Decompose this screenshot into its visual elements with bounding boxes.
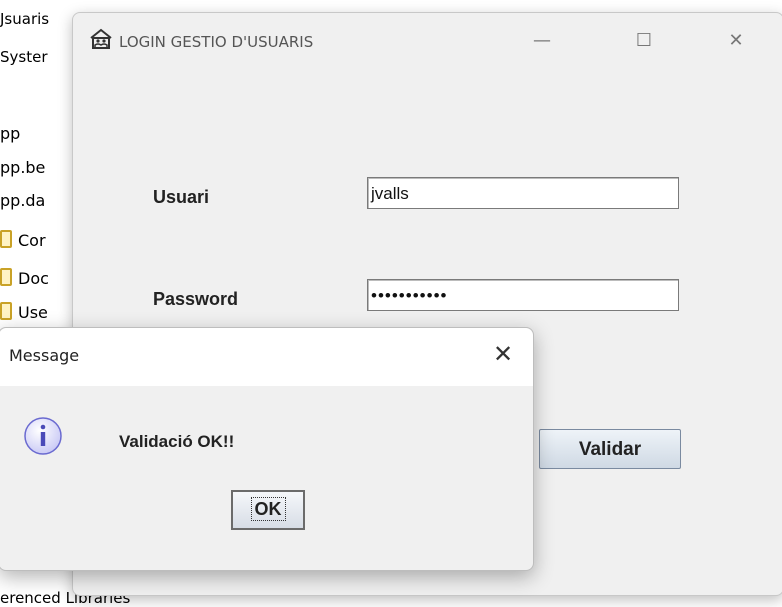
minimize-button[interactable]: — xyxy=(527,27,557,55)
ok-button[interactable]: OK xyxy=(231,490,305,530)
window-title: LOGIN GESTIO D'USUARIS xyxy=(119,33,314,51)
tree-item-label: Doc xyxy=(18,269,49,288)
dialog-title: Message xyxy=(9,346,80,365)
user-input[interactable]: jvalls xyxy=(367,177,679,209)
info-icon xyxy=(24,417,62,455)
close-button[interactable]: ✕ xyxy=(721,27,751,55)
message-dialog: Message ✕ Validació OK!! OK xyxy=(0,327,534,571)
dialog-message: Validació OK!! xyxy=(119,432,235,451)
tree-item-label: Cor xyxy=(18,231,46,250)
dialog-close-icon[interactable]: ✕ xyxy=(493,340,513,368)
tree-item[interactable]: pp xyxy=(0,124,20,143)
tree-item[interactable]: Doc xyxy=(0,268,49,288)
jar-icon xyxy=(0,268,12,286)
user-label: Usuari xyxy=(153,187,210,207)
tree-item[interactable]: pp.da xyxy=(0,191,45,210)
app-icon xyxy=(90,28,112,49)
tree-item[interactable]: Use xyxy=(0,302,48,322)
maximize-button[interactable]: ☐ xyxy=(629,27,659,55)
jar-icon xyxy=(0,230,12,248)
tree-item[interactable]: pp.be xyxy=(0,158,45,177)
ok-button-label: OK xyxy=(250,497,286,521)
password-input[interactable]: ••••••••••• xyxy=(367,279,679,311)
tree-item[interactable]: Cor xyxy=(0,230,46,250)
tree-item-label: Use xyxy=(18,303,48,322)
password-label: Password xyxy=(153,289,239,309)
dialog-titlebar: Message ✕ xyxy=(0,328,533,386)
jar-icon xyxy=(0,302,12,320)
validate-button[interactable]: Validar xyxy=(539,429,681,469)
tree-item[interactable]: Syster xyxy=(0,48,48,66)
tree-item[interactable]: Jsuaris xyxy=(0,10,49,28)
